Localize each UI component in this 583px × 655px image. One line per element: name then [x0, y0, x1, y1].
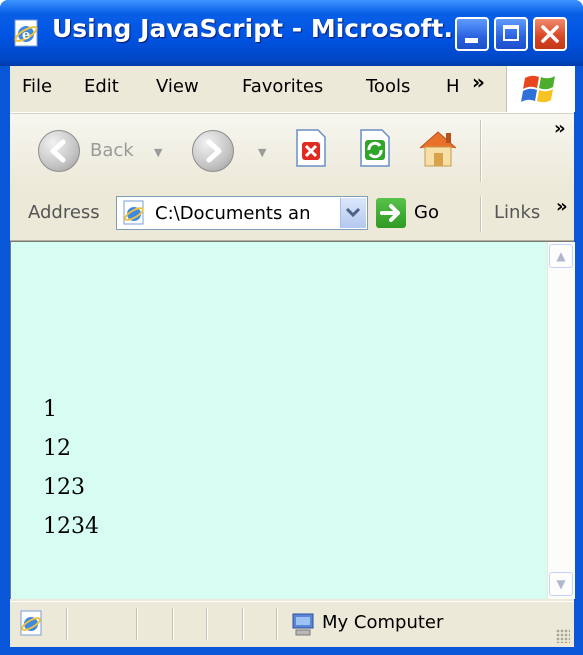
toolbar-separator — [480, 120, 482, 182]
windows-flag-icon — [521, 75, 555, 103]
standard-toolbar: Back ▼ ▼ » — [10, 113, 574, 189]
output-line: 12 — [43, 436, 71, 461]
vertical-scrollbar[interactable]: ▲ ▼ — [547, 242, 575, 599]
security-zone-label: My Computer — [322, 612, 444, 633]
toolbar-overflow-button[interactable]: » — [554, 118, 566, 139]
back-label: Back — [90, 140, 134, 161]
my-computer-icon — [292, 613, 314, 636]
status-bar: My Computer — [10, 601, 574, 647]
menu-favorites[interactable]: Favorites — [242, 76, 323, 97]
ie-page-icon: e — [14, 19, 38, 47]
browser-window: e Using JavaScript - Microsoft... File E… — [0, 0, 583, 655]
go-label[interactable]: Go — [414, 202, 439, 223]
resize-grip[interactable] — [556, 629, 570, 643]
forward-button[interactable] — [192, 130, 234, 172]
title-bar[interactable]: e Using JavaScript - Microsoft... — [0, 0, 583, 66]
close-button[interactable] — [533, 17, 567, 51]
maximize-icon — [503, 25, 519, 41]
chevron-down-icon — [345, 207, 361, 218]
address-value: C:\Documents an — [155, 203, 311, 224]
output-line: 123 — [43, 475, 85, 500]
ie-page-icon — [20, 610, 42, 636]
forward-arrow-icon — [206, 139, 222, 163]
links-overflow-button[interactable]: » — [556, 196, 568, 217]
menu-bar: File Edit View Favorites Tools H » — [10, 66, 575, 113]
maximize-button[interactable] — [494, 17, 528, 51]
links-label[interactable]: Links — [494, 202, 540, 223]
window-title: Using JavaScript - Microsoft... — [52, 14, 472, 43]
minimize-button[interactable] — [455, 17, 489, 51]
status-divider — [136, 608, 138, 640]
menu-tools[interactable]: Tools — [366, 76, 410, 97]
status-divider — [242, 608, 244, 640]
status-divider — [206, 608, 208, 640]
home-button[interactable] — [414, 124, 462, 172]
page-content: 1 12 123 1234 ▲ ▼ — [10, 241, 575, 599]
refresh-icon — [360, 129, 390, 167]
back-dropdown-icon[interactable]: ▼ — [154, 146, 162, 159]
windows-logo — [506, 66, 575, 112]
menu-overflow-button[interactable]: » — [472, 70, 485, 94]
scroll-down-button[interactable]: ▼ — [549, 572, 573, 596]
output-line: 1 — [43, 397, 57, 422]
go-button[interactable] — [376, 198, 406, 228]
back-button[interactable] — [38, 130, 80, 172]
svg-text:e: e — [22, 28, 30, 43]
stop-icon — [296, 129, 326, 167]
scroll-up-button[interactable]: ▲ — [549, 244, 573, 268]
output-lines: 1 12 123 1234 — [43, 390, 99, 546]
ie-page-icon — [123, 200, 144, 225]
home-icon — [419, 131, 457, 167]
status-divider — [172, 608, 174, 640]
refresh-button[interactable] — [358, 128, 392, 168]
status-divider — [276, 608, 278, 640]
address-bar: Address C:\Documents an Go Links » — [10, 188, 574, 241]
output-line: 1234 — [43, 514, 99, 539]
address-dropdown-button[interactable] — [340, 198, 366, 228]
menu-view[interactable]: View — [156, 76, 199, 97]
menu-edit[interactable]: Edit — [84, 76, 119, 97]
client-area: File Edit View Favorites Tools H » Back … — [10, 66, 575, 647]
address-separator — [480, 196, 482, 232]
minimize-icon — [465, 38, 478, 43]
stop-button[interactable] — [294, 128, 328, 168]
menu-file[interactable]: File — [22, 76, 52, 97]
forward-dropdown-icon[interactable]: ▼ — [258, 146, 266, 159]
address-input[interactable]: C:\Documents an — [116, 196, 368, 230]
back-arrow-icon — [50, 139, 66, 163]
go-arrow-icon — [380, 204, 400, 222]
menu-help[interactable]: H — [446, 76, 460, 97]
address-label: Address — [28, 202, 100, 223]
close-icon — [541, 25, 559, 43]
status-divider — [66, 608, 68, 640]
